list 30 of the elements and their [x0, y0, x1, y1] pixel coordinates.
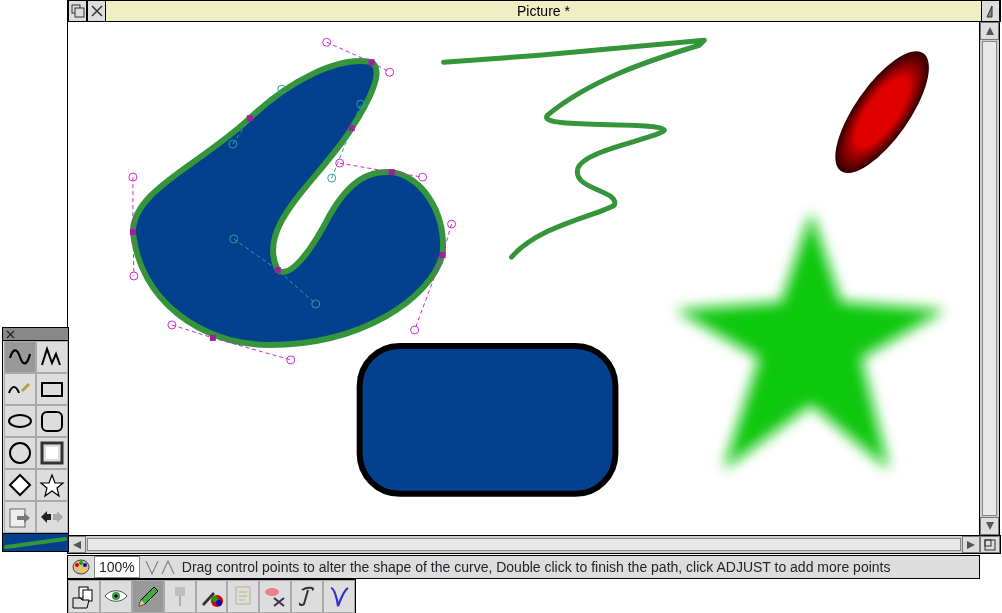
scroll-up-icon[interactable]: [980, 22, 999, 40]
letter-t-icon[interactable]: [291, 580, 324, 613]
square-icon[interactable]: [36, 437, 68, 469]
curve-pencil-icon[interactable]: [4, 373, 36, 405]
scroll-left-icon[interactable]: [68, 536, 86, 553]
zoom-level[interactable]: 100%: [94, 556, 140, 578]
rectangle-icon[interactable]: [36, 373, 68, 405]
horizontal-scrollbar[interactable]: [67, 535, 1001, 554]
scroll-right-icon[interactable]: [962, 536, 980, 553]
toggle-size-icon[interactable]: [981, 1, 1000, 21]
gradient-ellipse[interactable]: [835, 51, 929, 174]
status-message: Drag control points to alter the shape of the curve, Double click to finish the path, click ADJUST to add more points: [181, 557, 891, 577]
curve-tool-icon[interactable]: [4, 341, 36, 373]
close-icon[interactable]: [87, 1, 106, 21]
freehand-line[interactable]: [441, 37, 707, 260]
vertical-scrollbar[interactable]: [979, 22, 1000, 535]
rounded-rectangle-icon[interactable]: [36, 405, 68, 437]
star-shape[interactable]: [675, 212, 946, 470]
window-title: Picture *: [516, 2, 571, 21]
eye-icon[interactable]: [99, 580, 132, 613]
line-style-swatch[interactable]: [3, 533, 68, 551]
paintbrush-colour-icon[interactable]: [195, 580, 228, 613]
resize-icon[interactable]: [980, 536, 1000, 553]
folder-files-icon[interactable]: [68, 580, 100, 613]
rounded-rectangle[interactable]: [356, 342, 619, 497]
letter-v-icon[interactable]: [323, 580, 355, 613]
pencil-icon[interactable]: [131, 580, 164, 613]
palette-icon[interactable]: [72, 558, 90, 576]
scroll-down-icon[interactable]: [980, 517, 999, 535]
back-icon[interactable]: [68, 1, 87, 21]
